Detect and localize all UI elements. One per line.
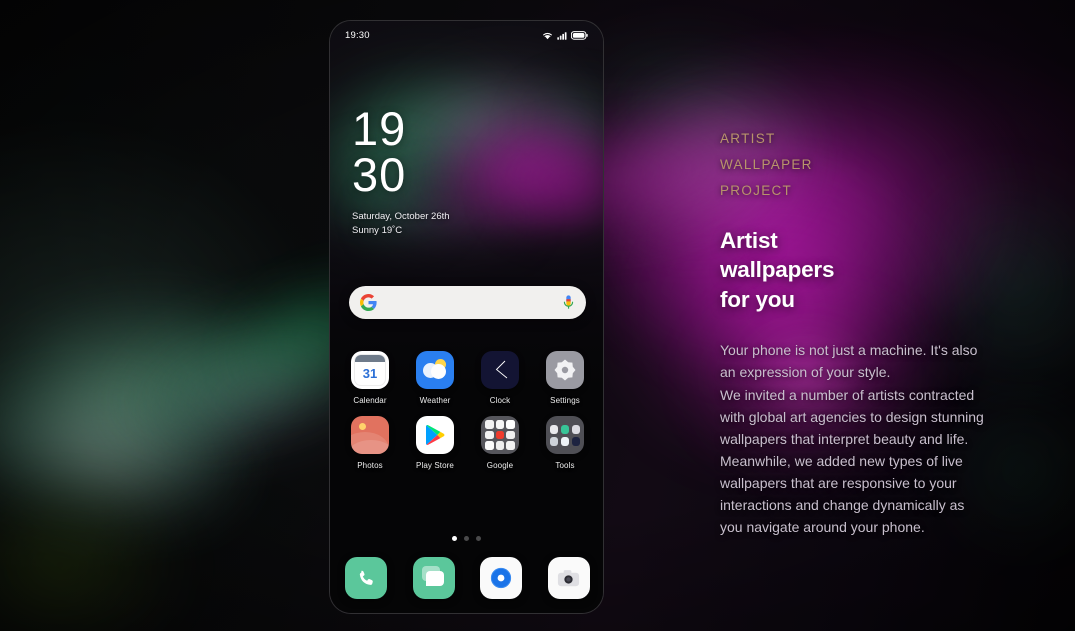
body-line: with global art agencies to design stunn… (720, 408, 984, 425)
tools-folder-icon[interactable] (546, 416, 584, 454)
page-dot[interactable] (464, 536, 469, 541)
body-line: We invited a number of artists contracte… (720, 386, 975, 403)
play-store-icon[interactable] (416, 416, 454, 454)
status-bar-icons (542, 30, 588, 40)
app-row: 31 Calendar Weather Clock Settings (345, 351, 590, 405)
app-row: Photos Play Store Google Tools (345, 416, 590, 470)
app-grid: 31 Calendar Weather Clock Settings Photo… (345, 351, 590, 481)
app-google-folder[interactable]: Google (475, 416, 525, 470)
status-bar-time: 19:30 (345, 29, 370, 41)
wifi-icon (543, 32, 552, 39)
weather-icon[interactable] (416, 351, 454, 389)
body-line: interactions and change dynamically as (720, 497, 965, 514)
clock-hours: 19 (352, 102, 407, 155)
messages-icon[interactable] (412, 557, 455, 599)
battery-icon (571, 30, 588, 40)
app-photos[interactable]: Photos (345, 416, 395, 470)
camera-icon[interactable] (547, 557, 590, 599)
screenshot-stage: 19:30 19 30 Saturday, October 26th Sunny… (0, 0, 1075, 631)
body-line: Meanwhile, we added new types of live (720, 452, 963, 469)
browser-icon[interactable] (480, 557, 523, 599)
settings-gear-icon[interactable] (546, 351, 584, 389)
app-label: Settings (550, 396, 580, 405)
body-line: an expression of your style. (720, 364, 891, 381)
photos-icon[interactable] (351, 416, 389, 454)
google-g-icon (360, 294, 377, 311)
clock-date: Saturday, October 26th (352, 211, 450, 223)
app-settings[interactable]: Settings (540, 351, 590, 405)
app-label: Google (486, 461, 514, 470)
calendar-day: 31 (362, 366, 378, 381)
eyebrow: ARTIST WALLPAPER PROJECT (720, 126, 1065, 205)
marketing-panel: ARTIST WALLPAPER PROJECT Artist wallpape… (720, 126, 1065, 538)
eyebrow-line: ARTIST (720, 131, 776, 146)
cellular-signal-icon (556, 31, 566, 40)
phone-screen: 19:30 19 30 Saturday, October 26th Sunny… (330, 21, 603, 613)
clock-weather: Sunny 19˚C (352, 224, 403, 236)
clock-widget[interactable]: 19 30 Saturday, October 26th Sunny 19˚C (352, 102, 450, 238)
headline-line: wallpapers (720, 257, 835, 283)
app-label: Tools (555, 461, 575, 470)
clock-minutes: 30 (352, 148, 407, 202)
app-clock[interactable]: Clock (475, 351, 525, 405)
body-line: wallpapers that are responsive to your (720, 474, 957, 491)
app-label: Play Store (416, 461, 454, 470)
app-label: Clock (489, 396, 511, 405)
search-bar[interactable] (349, 286, 586, 319)
page-indicator[interactable] (330, 536, 603, 541)
body-copy: Your phone is not just a machine. It's a… (720, 339, 1065, 538)
clock-icon[interactable] (481, 351, 519, 389)
google-folder-icon[interactable] (481, 416, 519, 454)
app-play-store[interactable]: Play Store (410, 416, 460, 470)
phone-icon[interactable] (345, 557, 387, 599)
page-dot-active[interactable] (452, 536, 457, 541)
headline-line: Artist (720, 227, 778, 253)
body-line: wallpapers that interpret beauty and lif… (720, 430, 969, 447)
app-label: Weather (419, 396, 451, 405)
phone-mockup: 19:30 19 30 Saturday, October 26th Sunny… (329, 20, 604, 614)
eyebrow-line: PROJECT (720, 183, 793, 199)
body-line: Your phone is not just a machine. It's a… (720, 342, 978, 359)
app-tools-folder[interactable]: Tools (540, 416, 590, 470)
dock (345, 557, 590, 599)
body-line: you navigate around your phone. (720, 519, 925, 536)
app-calendar[interactable]: 31 Calendar (345, 351, 395, 405)
app-label: Calendar (353, 396, 387, 405)
app-weather[interactable]: Weather (410, 351, 460, 405)
page-title: Artist wallpapers for you (720, 226, 1065, 316)
eyebrow-line: WALLPAPER (720, 157, 813, 173)
calendar-icon[interactable]: 31 (351, 351, 389, 389)
page-dot[interactable] (476, 536, 481, 541)
status-bar: 19:30 (330, 21, 603, 49)
app-label: Photos (357, 461, 383, 470)
microphone-icon[interactable] (562, 294, 575, 312)
headline-line: for you (720, 287, 795, 313)
